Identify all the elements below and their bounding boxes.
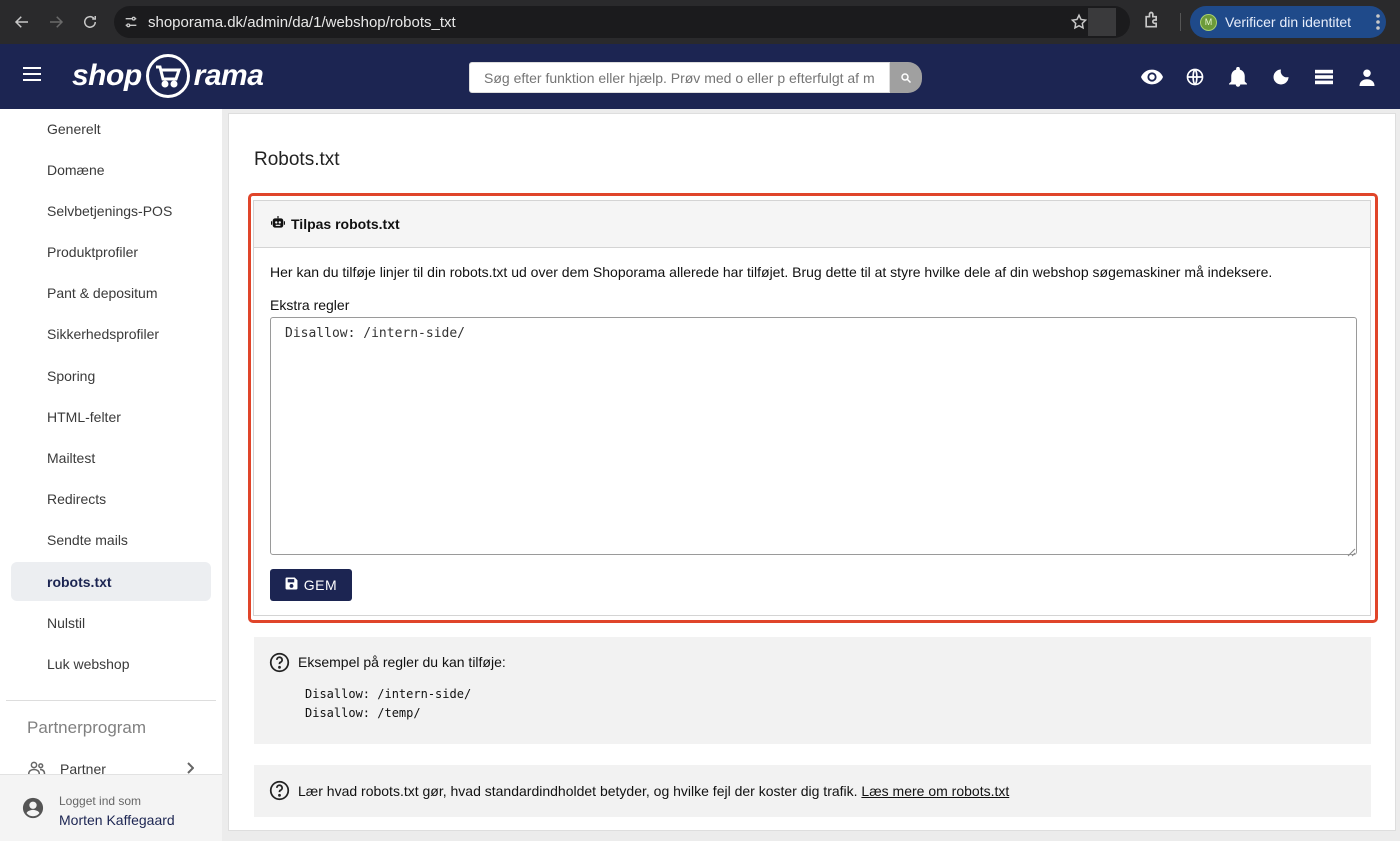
card-header: Tilpas robots.txt [254, 201, 1370, 248]
forward-arrow-icon[interactable] [39, 5, 73, 39]
browser-toolbar: shoporama.dk/admin/da/1/webshop/robots_t… [0, 0, 1400, 44]
person-icon[interactable] [1345, 64, 1388, 90]
account-circle-icon [22, 797, 44, 824]
learn-more-description: Lær hvad robots.txt gør, hvad standardin… [298, 783, 858, 799]
extra-rules-textarea[interactable]: Disallow: /intern-side/ [270, 317, 1357, 555]
eye-icon[interactable] [1130, 64, 1173, 90]
card-heading: Tilpas robots.txt [291, 216, 400, 232]
sidebar-item-luk-webshop[interactable]: Luk webshop [11, 644, 211, 683]
example-intro: Eksempel på regler du kan tilføje: [298, 654, 506, 670]
sidebar-item-label: Produktprofiler [47, 243, 139, 260]
sidebar-item-sporing[interactable]: Sporing [11, 356, 211, 395]
sidebar-item-label: Sendte mails [47, 531, 128, 548]
bookmark-star-icon[interactable] [1070, 13, 1088, 36]
search-input[interactable] [469, 62, 890, 93]
sidebar-item-label: Sikkerhedsprofiler [47, 325, 160, 342]
bell-icon[interactable] [1216, 64, 1259, 90]
example-code-line: Disallow: /temp/ [305, 706, 421, 720]
sidebar-item-label: Domæne [47, 161, 105, 178]
reload-icon[interactable] [73, 5, 107, 39]
sidebar-item-label: Generelt [47, 120, 101, 137]
page-title: Robots.txt [254, 149, 340, 170]
sidebar-item-label: Pant & depositum [47, 284, 158, 301]
learn-more-link[interactable]: Læs mere om robots.txt [861, 783, 1009, 799]
card-description: Her kan du tilføje linjer til din robots… [270, 264, 1273, 280]
header-icon-bar [1130, 64, 1388, 90]
cart-logo-icon [145, 54, 190, 98]
sidebar-item-generelt[interactable]: Generelt [11, 109, 211, 148]
user-name: Morten Kaffegaard [59, 812, 175, 828]
help-circle-icon [269, 652, 290, 678]
example-code-line: Disallow: /intern-side/ [305, 687, 472, 701]
resize-handle-icon[interactable] [1347, 544, 1356, 562]
toolbar-separator [1180, 13, 1181, 31]
user-panel[interactable]: Logget ind som Morten Kaffegaard [0, 774, 222, 841]
sidebar: Generelt Domæne Selvbetjenings-POS Produ… [0, 109, 222, 841]
sidebar-section-title: Partnerprogram [27, 718, 147, 737]
back-arrow-icon[interactable] [5, 5, 39, 39]
address-bar[interactable]: shoporama.dk/admin/da/1/webshop/robots_t… [114, 6, 1130, 38]
sidebar-item-label: Selvbetjenings-POS [47, 202, 173, 219]
search-button[interactable] [890, 62, 922, 93]
logo-text-right: rama [193, 59, 264, 92]
sidebar-item-html-felter[interactable]: HTML-felter [11, 397, 211, 436]
sidebar-item-pant-depositum[interactable]: Pant & depositum [11, 273, 211, 312]
learn-more-box: Lær hvad robots.txt gør, hvad standardin… [254, 765, 1371, 817]
floppy-disk-icon [285, 577, 298, 593]
verify-identity-button[interactable]: M Verificer din identitet [1190, 6, 1386, 38]
extra-rules-label: Ekstra regler [270, 297, 350, 313]
sidebar-item-selvbetjenings-pos[interactable]: Selvbetjenings-POS [11, 191, 211, 230]
sidebar-item-label: Redirects [47, 490, 107, 507]
kebab-menu-icon[interactable] [1370, 12, 1386, 37]
example-rules-box: Eksempel på regler du kan tilføje: Disal… [254, 637, 1371, 744]
verify-identity-label: Verificer din identitet [1225, 14, 1352, 30]
moon-icon[interactable] [1259, 64, 1302, 90]
url-text: shoporama.dk/admin/da/1/webshop/robots_t… [148, 13, 456, 31]
sidebar-item-nulstil[interactable]: Nulstil [11, 603, 211, 642]
shoporama-logo[interactable]: shop rama [72, 53, 264, 99]
logo-text-left: shop [72, 59, 142, 92]
sidebar-item-mailtest[interactable]: Mailtest [11, 438, 211, 477]
main-content: Robots.txt Tilpas robots.txt Her kan du … [228, 113, 1396, 831]
profile-avatar: M [1200, 13, 1217, 31]
redacted-block [1088, 8, 1116, 36]
search-bar [469, 62, 922, 93]
sidebar-item-sendte-mails[interactable]: Sendte mails [11, 520, 211, 559]
sidebar-divider [6, 700, 216, 701]
hamburger-menu-icon[interactable] [22, 66, 42, 87]
sidebar-item-label: Mailtest [47, 449, 96, 466]
stack-icon[interactable] [1302, 64, 1345, 90]
sidebar-item-label: HTML-felter [47, 408, 121, 425]
sidebar-item-domaene[interactable]: Domæne [11, 150, 211, 189]
robots-settings-card: Tilpas robots.txt Her kan du tilføje lin… [253, 200, 1371, 616]
globe-icon[interactable] [1173, 64, 1216, 90]
robot-icon [271, 215, 285, 233]
sidebar-item-sikkerhedsprofiler[interactable]: Sikkerhedsprofiler [11, 314, 211, 353]
help-circle-icon [269, 780, 290, 806]
save-button-label: GEM [303, 577, 338, 593]
sidebar-item-label: Sporing [47, 367, 96, 384]
learn-more-text: Lær hvad robots.txt gør, hvad standardin… [298, 783, 1009, 799]
save-button[interactable]: GEM [270, 569, 352, 601]
extensions-icon[interactable] [1142, 10, 1162, 35]
sidebar-item-redirects[interactable]: Redirects [11, 479, 211, 518]
app-header: shop rama [0, 44, 1400, 109]
sidebar-item-label: robots.txt [47, 573, 112, 590]
sidebar-item-label: Luk webshop [47, 655, 130, 672]
site-settings-icon[interactable] [114, 14, 148, 30]
sidebar-item-produktprofiler[interactable]: Produktprofiler [11, 232, 211, 271]
sidebar-item-label: Nulstil [47, 614, 86, 631]
logged-in-label: Logget ind som [59, 794, 142, 808]
sidebar-item-robots-txt[interactable]: robots.txt [11, 562, 211, 601]
